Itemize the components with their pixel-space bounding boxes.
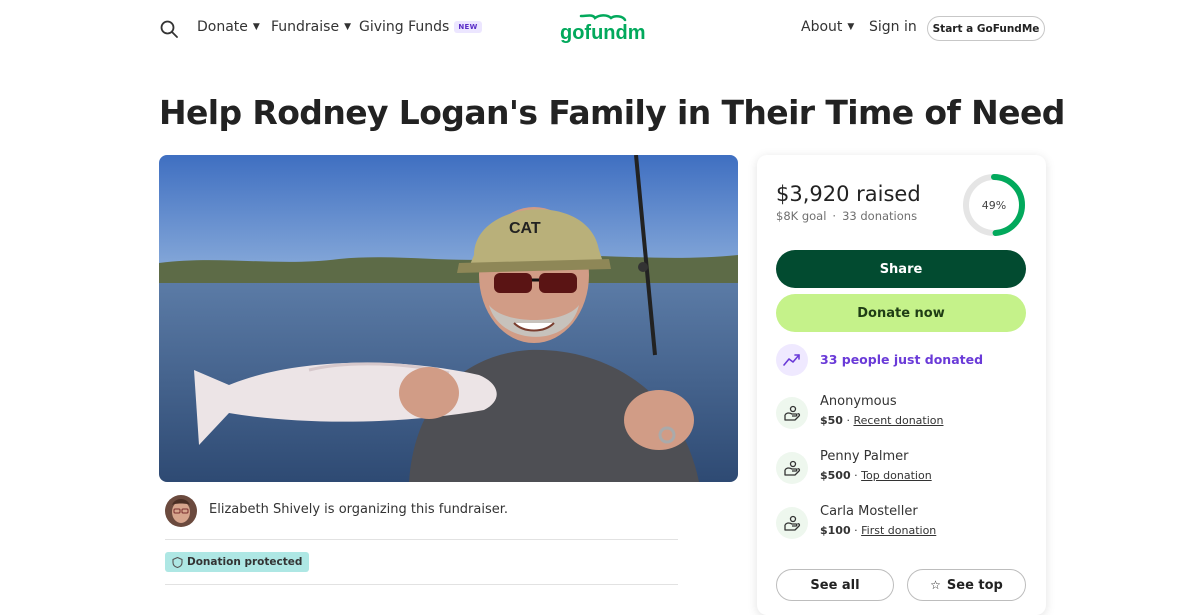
nav-about-label: About bbox=[801, 19, 843, 35]
donation-protected-badge: Donation protected bbox=[165, 552, 310, 572]
new-badge: NEW bbox=[454, 21, 482, 33]
trending-icon-wrap bbox=[776, 344, 808, 376]
goal-summary: $8K goal · 33 donations bbox=[776, 209, 918, 223]
donor-amount: $100 bbox=[820, 524, 851, 537]
trending-up-icon bbox=[783, 354, 800, 366]
organizer-avatar[interactable] bbox=[165, 495, 197, 527]
donor-tag-link[interactable]: Recent donation bbox=[853, 414, 943, 427]
caret-down-icon: ▼ bbox=[252, 22, 260, 32]
donor-meta: $50 · Recent donation bbox=[820, 414, 944, 427]
nav-giving-funds[interactable]: Giving Funds NEW bbox=[359, 19, 482, 35]
star-icon: ☆ bbox=[930, 578, 941, 592]
donation-hand-icon bbox=[776, 507, 808, 539]
donate-now-button[interactable]: Donate now bbox=[776, 294, 1026, 332]
divider bbox=[165, 584, 678, 585]
nav-donate-menu[interactable]: Donate ▼ bbox=[197, 19, 260, 35]
nav-giving-funds-label: Giving Funds bbox=[359, 19, 450, 35]
see-top-label: See top bbox=[946, 577, 1003, 593]
donor-meta: $100 · First donation bbox=[820, 524, 937, 537]
campaign-hero-image[interactable]: CAT bbox=[159, 155, 738, 482]
donor-name: Anonymous bbox=[820, 394, 897, 409]
top-navigation: Donate ▼ Fundraise ▼ Giving Funds NEW go… bbox=[0, 0, 1200, 56]
logo-text: gofundme bbox=[560, 22, 645, 44]
nav-fundraise-label: Fundraise bbox=[271, 19, 340, 35]
gofundme-logo[interactable]: gofundme bbox=[559, 12, 645, 46]
caret-down-icon: ▼ bbox=[847, 22, 855, 32]
share-button[interactable]: Share bbox=[776, 250, 1026, 288]
organizer-text: Elizabeth Shively is organizing this fun… bbox=[209, 502, 509, 517]
nav-signin-label: Sign in bbox=[869, 19, 917, 35]
donor-tag-link[interactable]: First donation bbox=[861, 524, 936, 537]
donor-item: Penny Palmer $500 · Top donation bbox=[776, 449, 1026, 485]
donor-item: Carla Mosteller $100 · First donation bbox=[776, 504, 1026, 540]
donor-meta: $500 · Top donation bbox=[820, 469, 932, 482]
donor-item: Anonymous $50 · Recent donation bbox=[776, 394, 1026, 430]
donor-name: Penny Palmer bbox=[820, 449, 909, 464]
nav-signin-link[interactable]: Sign in bbox=[869, 19, 917, 35]
donor-amount: $50 bbox=[820, 414, 843, 427]
donation-card: $3,920 raised $8K goal · 33 donations 49% … bbox=[757, 155, 1046, 615]
caret-down-icon: ▼ bbox=[344, 22, 351, 32]
donor-name: Carla Mosteller bbox=[820, 504, 918, 519]
donation-hand-icon bbox=[776, 452, 808, 484]
nav-about-menu[interactable]: About ▼ bbox=[801, 19, 854, 35]
see-top-button[interactable]: ☆ See top bbox=[907, 569, 1026, 601]
goal-text: $8K goal bbox=[776, 209, 827, 223]
donor-tag-link[interactable]: Top donation bbox=[861, 469, 932, 482]
trending-text: 33 people just donated bbox=[820, 352, 984, 367]
donation-hand-icon bbox=[776, 397, 808, 429]
shield-icon bbox=[172, 556, 183, 568]
donor-amount: $500 bbox=[820, 469, 851, 482]
search-icon[interactable] bbox=[160, 20, 178, 38]
nav-fundraise-menu[interactable]: Fundraise ▼ bbox=[271, 19, 351, 35]
start-gofundme-button[interactable]: Start a GoFundMe bbox=[927, 16, 1045, 41]
donation-count: 33 donations bbox=[842, 209, 918, 223]
see-all-button[interactable]: See all bbox=[776, 569, 894, 601]
progress-percent: 49% bbox=[981, 198, 1007, 212]
svg-text:CAT: CAT bbox=[509, 220, 541, 237]
nav-donate-label: Donate bbox=[197, 19, 248, 35]
page-title: Help Rodney Logan's Family in Their Time… bbox=[159, 93, 1065, 132]
amount-raised: $3,920 raised bbox=[776, 182, 921, 206]
divider bbox=[165, 539, 678, 540]
donation-protected-label: Donation protected bbox=[187, 556, 303, 568]
